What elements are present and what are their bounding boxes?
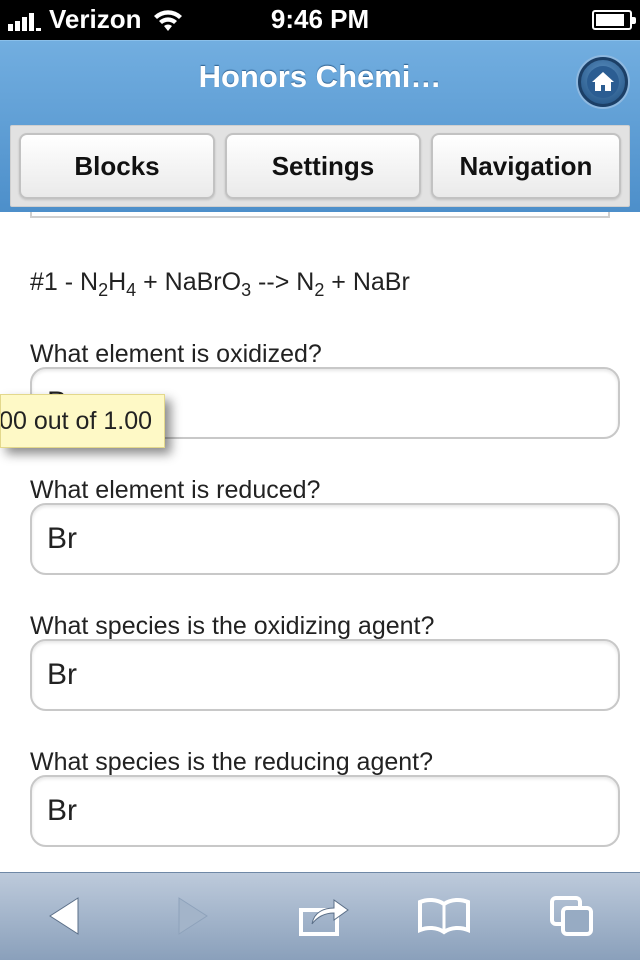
bookmarks-icon — [418, 897, 470, 935]
home-icon — [587, 66, 619, 98]
question-label-oxidizing-agent: What species is the oxidizing agent? — [30, 612, 435, 640]
forward-button[interactable] — [165, 891, 221, 941]
question-label-reducing-agent: What species is the reducing agent? — [30, 748, 434, 776]
page-title: Honors Chemi… — [198, 59, 442, 94]
previous-section-box — [30, 212, 610, 218]
app-header: Honors Chemi… Blocks Settings Navigation — [0, 40, 640, 212]
quiz-content: #1 - N2H4 + NaBrO3 --> N2 + NaBr What el… — [0, 212, 640, 872]
nav-button-bar: Blocks Settings Navigation — [10, 125, 630, 207]
answer-field-oxidizing-agent[interactable]: Br — [30, 639, 620, 711]
share-icon — [299, 899, 349, 936]
score-tooltip: 00 out of 1.00 — [0, 394, 165, 448]
question-label-reduced: What element is reduced? — [30, 476, 321, 504]
tabs-icon — [550, 896, 593, 936]
question-label-oxidized: What element is oxidized? — [30, 340, 322, 368]
question-equation: #1 - N2H4 + NaBrO3 --> N2 + NaBr — [30, 268, 410, 300]
answer-field-reducing-agent[interactable]: Br — [30, 775, 620, 847]
browser-toolbar — [0, 872, 640, 960]
home-button[interactable] — [578, 57, 628, 107]
share-button[interactable] — [296, 891, 352, 941]
back-button[interactable] — [36, 891, 92, 941]
tabs-button[interactable] — [544, 891, 600, 941]
blocks-button[interactable]: Blocks — [19, 133, 215, 199]
status-bar: Verizon 9:46 PM — [0, 0, 640, 40]
forward-icon — [178, 897, 208, 935]
battery-icon — [592, 10, 636, 30]
navigation-button[interactable]: Navigation — [431, 133, 621, 199]
back-icon — [49, 897, 79, 935]
settings-button[interactable]: Settings — [225, 133, 421, 199]
bookmarks-button[interactable] — [416, 891, 472, 941]
answer-field-reduced[interactable]: Br — [30, 503, 620, 575]
status-time: 9:46 PM — [270, 4, 370, 34]
